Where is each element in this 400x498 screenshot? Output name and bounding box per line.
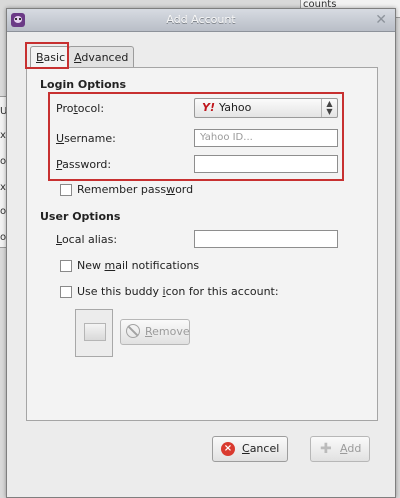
image-placeholder-icon [84, 323, 106, 341]
cancel-mnemonic: C [242, 442, 250, 455]
buddy-icon-label[interactable]: Use this buddy icon for this account: [77, 285, 279, 298]
remember-password-post: ord [175, 183, 194, 196]
new-mail-label[interactable]: New mail notifications [77, 259, 199, 272]
new-mail-checkbox[interactable] [60, 260, 72, 272]
buddy-icon-post: con for this account: [165, 285, 279, 298]
local-alias-input[interactable] [194, 230, 338, 248]
username-input[interactable]: Yahoo ID... [194, 129, 338, 147]
chevron-updown-icon: ▲ ▼ [321, 99, 337, 117]
username-label-mnemonic: U [56, 132, 65, 145]
yahoo-icon: Y! [202, 101, 215, 114]
protocol-value: Yahoo [219, 101, 252, 114]
buddy-icon-pre: Use this buddy [77, 285, 163, 298]
protocol-label-pre: Pro [56, 102, 74, 115]
buddy-icon-button[interactable] [75, 309, 113, 357]
protocol-select[interactable]: Y! Yahoo ▲ ▼ [194, 98, 338, 118]
login-options-heading: Login Options [40, 78, 127, 91]
tab-basic-label: asic [43, 51, 66, 64]
remove-icon [126, 324, 140, 338]
tab-basic-mnemonic: B [36, 51, 44, 64]
local-alias-label: Local alias: [56, 233, 117, 246]
remove-button[interactable]: Remove [120, 319, 190, 345]
remember-password-label[interactable]: Remember password [77, 183, 193, 196]
protocol-label: Protocol: [56, 102, 104, 115]
close-icon[interactable]: ✕ [375, 12, 387, 28]
remember-password-checkbox[interactable] [60, 184, 72, 196]
username-label: Username: [56, 132, 116, 145]
local-alias-post: ocal alias: [61, 233, 118, 246]
new-mail-mnemonic: m [104, 259, 116, 272]
new-mail-post: ail notifications [115, 259, 200, 272]
tab-basic[interactable]: Basic [30, 46, 72, 69]
password-input[interactable] [194, 155, 338, 173]
cancel-label: ancel [249, 442, 280, 455]
remove-label: emove [152, 325, 190, 338]
buddy-icon-checkbox[interactable] [60, 286, 72, 298]
remember-password-mnemonic: w [166, 183, 176, 196]
remember-password-pre: Remember pass [77, 183, 167, 196]
username-label-post: sername: [64, 132, 116, 145]
tab-advanced[interactable]: Advanced [68, 46, 135, 68]
new-mail-pre: New [77, 259, 105, 272]
password-label-post: assword: [62, 158, 112, 171]
password-label: Password: [56, 158, 111, 171]
protocol-label-post: ocol: [77, 102, 105, 115]
cancel-icon: × [221, 442, 235, 456]
dialog-title: Add Account [166, 13, 236, 26]
tab-advanced-label: dvanced [81, 51, 129, 64]
cancel-button[interactable]: × Cancel [212, 436, 288, 462]
add-button[interactable]: ✚ Add [310, 436, 370, 462]
user-options-heading: User Options [40, 210, 121, 223]
title-bar[interactable]: Add Account ✕ [7, 9, 395, 32]
add-label: dd [347, 442, 362, 455]
add-icon: ✚ [320, 441, 332, 457]
